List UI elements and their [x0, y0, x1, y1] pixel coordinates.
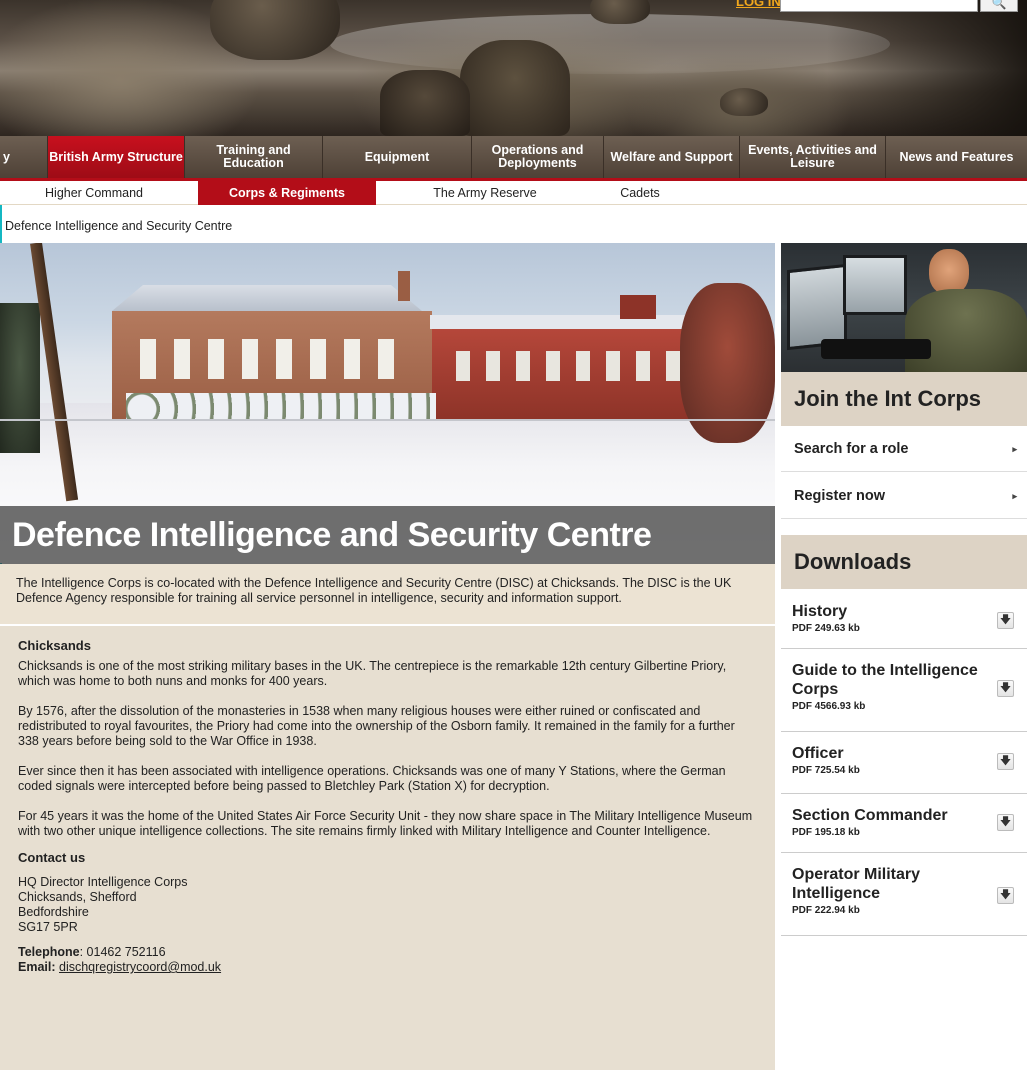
download-meta: PDF 195.18 kb [792, 827, 860, 838]
download-arrow-icon[interactable]: 🡇 [997, 814, 1014, 831]
soldier-helmet-graphic [210, 0, 340, 60]
breadcrumb: Defence Intelligence and Security Centre [5, 219, 233, 233]
download-meta: PDF 249.63 kb [792, 623, 860, 634]
nav-item-events-activities-leisure[interactable]: Events, Activities and Leisure [740, 136, 886, 178]
download-arrow-icon[interactable]: 🡇 [997, 612, 1014, 629]
nav-item-equipment[interactable]: Equipment [323, 136, 472, 178]
paragraph: By 1576, after the dissolution of the mo… [18, 704, 735, 748]
nav-item-training-and-education[interactable]: Training and Education [185, 136, 323, 178]
nav-item-british-army-structure[interactable]: British Army Structure [48, 136, 185, 178]
download-arrow-icon[interactable]: 🡇 [997, 680, 1014, 697]
arrow-right-icon: ▸ [1012, 491, 1017, 501]
download-title: Guide to the Intelligence Corps [792, 662, 978, 698]
arrow-right-icon: ▸ [1012, 444, 1017, 454]
subnav-corps-regiments[interactable]: Corps & Regiments [198, 181, 376, 205]
download-title: Operator Military Intelligence [792, 866, 921, 902]
telephone-value: : 01462 752116 [79, 945, 166, 959]
paragraph: Chicksands is one of the most striking m… [18, 659, 727, 688]
sub-navigation: Higher Command Corps & Regiments The Arm… [0, 181, 1027, 205]
downloads-heading: Downloads [781, 535, 1027, 589]
magnifier-icon: 🔍 [991, 0, 1007, 10]
paragraph: For 45 years it was the home of the Unit… [18, 809, 753, 838]
main-content: Chicksands Chicksands is one of the most… [0, 626, 775, 1070]
link-label: Register now [794, 488, 886, 504]
address-line: Bedfordshire [18, 905, 89, 919]
contact-address: HQ Director Intelligence Corps Chicksand… [18, 875, 757, 935]
section-heading-contact: Contact us [18, 850, 86, 865]
download-item-history[interactable]: History PDF 249.63 kb 🡇 [781, 590, 1027, 649]
link-label: Search for a role [794, 441, 909, 457]
search-input[interactable] [780, 0, 978, 12]
download-item-officer[interactable]: Officer PDF 725.54 kb 🡇 [781, 732, 1027, 794]
nav-item-army[interactable]: y [0, 136, 48, 178]
section-heading-chicksands: Chicksands [18, 638, 91, 653]
download-title: History [792, 603, 848, 620]
sidebar-photo-operator [781, 243, 1027, 372]
login-link[interactable]: LOG IN [736, 0, 781, 9]
download-meta: PDF 4566.93 kb [792, 701, 866, 712]
telephone-label: Telephone [18, 945, 80, 959]
address-line: HQ Director Intelligence Corps [18, 875, 188, 889]
join-int-corps-heading: Join the Int Corps [781, 372, 1027, 426]
nav-item-operations-and-deployments[interactable]: Operations and Deployments [472, 136, 604, 178]
nav-item-welfare-and-support[interactable]: Welfare and Support [604, 136, 740, 178]
intro-text: The Intelligence Corps is co-located wit… [0, 564, 775, 626]
download-title: Officer [792, 745, 844, 762]
download-arrow-icon[interactable]: 🡇 [997, 887, 1014, 904]
telephone-line: Telephone: 01462 752116 [18, 945, 757, 960]
download-item-operator-mi[interactable]: Operator Military Intelligence PDF 222.9… [781, 853, 1027, 936]
address-line: SG17 5PR [18, 920, 78, 934]
download-item-section-commander[interactable]: Section Commander PDF 195.18 kb 🡇 [781, 794, 1027, 853]
subnav-army-reserve[interactable]: The Army Reserve [400, 181, 570, 205]
download-title: Section Commander [792, 807, 948, 824]
page-title: Defence Intelligence and Security Centre [0, 506, 775, 564]
download-meta: PDF 222.94 kb [792, 905, 860, 916]
register-now-link[interactable]: Register now ▸ [781, 473, 1027, 519]
address-line: Chicksands, Shefford [18, 890, 137, 904]
subnav-cadets[interactable]: Cadets [590, 181, 690, 205]
email-label: Email: [18, 960, 56, 974]
paragraph: Ever since then it has been associated w… [18, 764, 726, 793]
email-link[interactable]: dischqregistrycoord@mod.uk [59, 960, 221, 974]
nav-item-news-and-features[interactable]: News and Features [886, 136, 1027, 178]
download-meta: PDF 725.54 kb [792, 765, 860, 776]
download-item-guide[interactable]: Guide to the Intelligence Corps PDF 4566… [781, 649, 1027, 732]
search-for-role-link[interactable]: Search for a role ▸ [781, 426, 1027, 472]
email-line: Email: dischqregistrycoord@mod.uk [18, 960, 757, 975]
subnav-higher-command[interactable]: Higher Command [0, 181, 188, 205]
header-banner-image [0, 0, 1027, 136]
main-navigation: y British Army Structure Training and Ed… [0, 136, 1027, 178]
search-button[interactable]: 🔍 [980, 0, 1018, 12]
download-arrow-icon[interactable]: 🡇 [997, 753, 1014, 770]
